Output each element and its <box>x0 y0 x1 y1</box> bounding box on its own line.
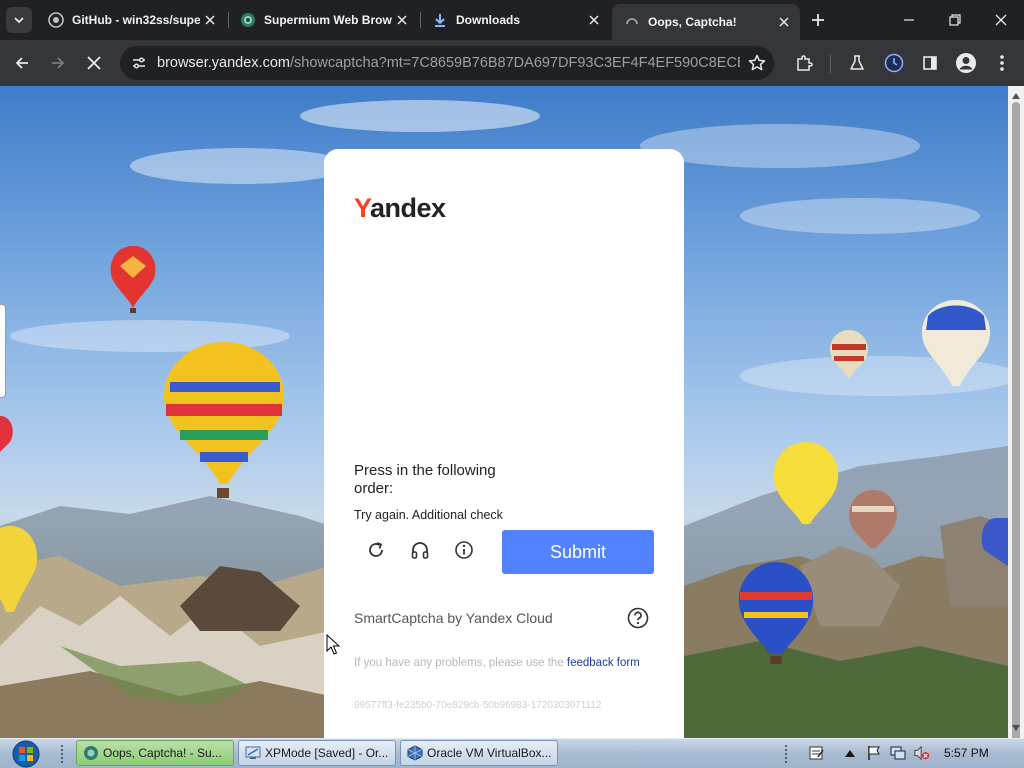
bookmark-star-icon[interactable] <box>740 46 774 80</box>
extension-button[interactable] <box>880 49 908 77</box>
extension-badge-icon <box>884 53 904 73</box>
side-tab[interactable] <box>0 304 6 398</box>
headphones-icon <box>411 542 429 559</box>
close-icon <box>995 14 1007 26</box>
browser-toolbar: browser.yandex.com/showcaptcha?mt=7C8659… <box>0 40 1024 86</box>
notepad-icon[interactable] <box>808 745 824 761</box>
captcha-hint: Try again. Additional check <box>354 508 503 522</box>
close-icon[interactable] <box>200 10 220 30</box>
tab-title: Supermium Web Browser <box>264 13 392 27</box>
side-panel-button[interactable] <box>916 49 944 77</box>
submit-button[interactable]: Submit <box>502 530 654 574</box>
balloon <box>163 342 285 498</box>
windows-logo-icon <box>12 740 40 768</box>
window-close-button[interactable] <box>978 0 1024 40</box>
refresh-button[interactable] <box>362 536 390 564</box>
balloon <box>0 416 13 452</box>
scroll-down-arrow-icon[interactable] <box>1008 720 1024 736</box>
more-vertical-icon <box>1000 55 1004 71</box>
taskbar-grip[interactable] <box>784 744 788 764</box>
url-text: browser.yandex.com/showcaptcha?mt=7C8659… <box>154 55 740 71</box>
arrow-left-icon <box>15 57 28 69</box>
puzzle-icon <box>797 55 813 71</box>
github-icon <box>48 12 64 28</box>
menu-button[interactable] <box>988 49 1016 77</box>
chevron-down-icon <box>14 17 24 24</box>
network-icon[interactable] <box>890 745 906 761</box>
volume-muted-icon[interactable] <box>914 745 930 761</box>
plus-icon <box>812 14 824 26</box>
toolbar-divider <box>830 55 831 73</box>
loading-icon <box>624 14 640 30</box>
info-button[interactable] <box>450 536 478 564</box>
minimize-button[interactable] <box>886 0 932 40</box>
tab-title: GitHub - win32ss/supermium <box>72 13 200 27</box>
side-panel-icon <box>923 56 937 70</box>
virtual-machine-icon <box>245 745 261 761</box>
virtualbox-icon <box>407 745 423 761</box>
tab-strip: GitHub - win32ss/supermium Supermium Web… <box>0 0 1024 40</box>
captcha-card: Yandex Press in the following order: Try… <box>324 149 684 738</box>
taskbar-item-label: Oops, Captcha! - Su... <box>103 746 222 760</box>
mouse-cursor-icon <box>326 634 340 655</box>
close-icon[interactable] <box>774 12 794 32</box>
new-tab-button[interactable] <box>806 8 830 32</box>
flask-icon <box>850 55 864 70</box>
taskbar-item-label: Oracle VM VirtualBox... <box>427 746 552 760</box>
show-hidden-icons-icon[interactable] <box>842 745 858 761</box>
balloon <box>110 246 156 313</box>
stop-button[interactable] <box>80 49 108 77</box>
avatar-icon <box>956 53 976 73</box>
page-viewport: Yandex Press in the following order: Try… <box>0 86 1008 738</box>
url-host: browser.yandex.com <box>157 55 290 71</box>
site-info-icon[interactable] <box>124 46 154 80</box>
address-bar[interactable]: browser.yandex.com/showcaptcha?mt=7C8659… <box>120 46 774 80</box>
yandex-logo: Yandex <box>354 193 446 223</box>
supermium-icon <box>83 745 99 761</box>
taskbar-item-label: XPMode [Saved] - Or... <box>265 746 389 760</box>
taskbar-item-virtualbox[interactable]: Oracle VM VirtualBox... <box>400 740 558 766</box>
problems-text: If you have any problems, please use the <box>354 657 567 669</box>
arrow-right-icon <box>52 57 65 69</box>
close-icon[interactable] <box>584 10 604 30</box>
help-button[interactable] <box>626 606 650 630</box>
back-button[interactable] <box>8 49 36 77</box>
tab-downloads[interactable]: Downloads <box>420 4 610 36</box>
stop-loading-icon <box>87 56 101 70</box>
restore-button[interactable] <box>932 0 978 40</box>
extensions-button[interactable] <box>790 49 818 77</box>
profile-button[interactable] <box>952 49 980 77</box>
minimize-icon <box>904 19 914 21</box>
close-icon[interactable] <box>392 10 412 30</box>
start-button[interactable] <box>6 740 46 768</box>
page-scrollbar[interactable] <box>1008 86 1024 742</box>
feedback-form-link[interactable]: feedback form <box>567 657 640 669</box>
audio-button[interactable] <box>406 536 434 564</box>
download-icon <box>432 12 448 28</box>
tab-captcha[interactable]: Oops, Captcha! <box>612 4 800 40</box>
url-path: /showcaptcha?mt=7C8659B76B87DA697DF93C3E… <box>289 55 740 71</box>
captcha-token: 99577ff3-fe235b0-70e829cb-50b96983-17203… <box>354 700 602 711</box>
question-circle-icon <box>627 607 649 629</box>
supermium-icon <box>240 12 256 28</box>
problems-note: If you have any problems, please use the… <box>354 655 644 671</box>
action-center-flag-icon[interactable] <box>866 745 882 761</box>
smartcaptcha-brand: SmartCaptcha by Yandex Cloud <box>354 610 553 626</box>
tab-title: Downloads <box>456 13 521 27</box>
taskbar-grip[interactable] <box>60 744 64 764</box>
forward-button[interactable] <box>44 49 72 77</box>
tab-title: Oops, Captcha! <box>648 15 737 29</box>
taskbar-item-xpmode[interactable]: XPMode [Saved] - Or... <box>238 740 396 766</box>
tab-github[interactable]: GitHub - win32ss/supermium <box>36 4 226 36</box>
info-icon <box>455 541 473 559</box>
scrollbar-thumb[interactable] <box>1012 102 1020 742</box>
taskbar-item-captcha[interactable]: Oops, Captcha! - Su... <box>76 740 234 766</box>
refresh-icon <box>369 542 383 557</box>
labs-button[interactable] <box>843 49 871 77</box>
tab-search-button[interactable] <box>6 7 32 33</box>
taskbar-clock[interactable]: 5:57 PM <box>944 746 989 760</box>
restore-icon <box>949 14 961 26</box>
captcha-task-title: Press in the following order: <box>354 462 496 497</box>
tab-supermium[interactable]: Supermium Web Browser <box>228 4 418 36</box>
